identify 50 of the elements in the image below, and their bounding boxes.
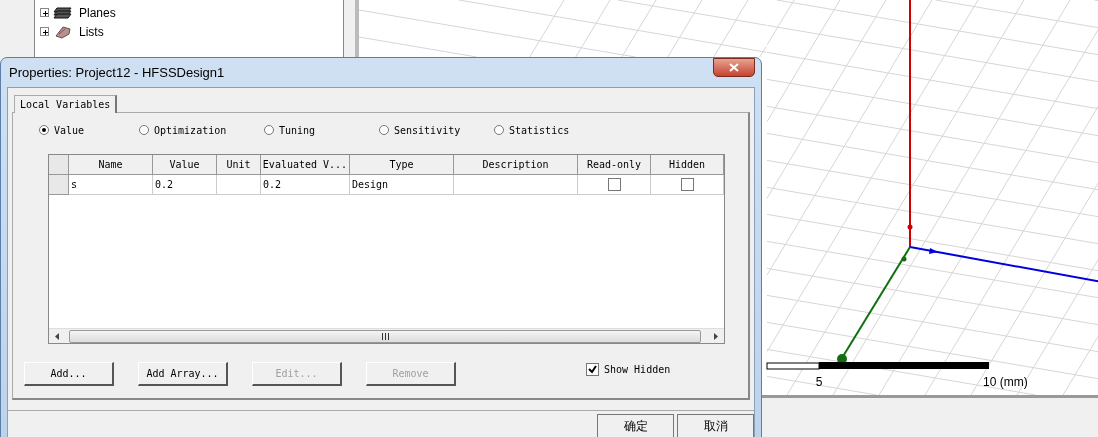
action-button[interactable]: Add Array...	[138, 362, 228, 386]
checkbox[interactable]	[586, 362, 599, 376]
expand-icon[interactable]	[40, 27, 49, 36]
radio-button[interactable]	[39, 125, 49, 135]
close-icon	[729, 63, 739, 72]
horizontal-scrollbar[interactable]	[49, 328, 724, 343]
table-cell: 0.2	[153, 175, 217, 195]
tree-item-label[interactable]: Lists	[79, 24, 104, 39]
radio-option[interactable]: Statistics	[494, 124, 594, 136]
scrollbar-thumb[interactable]	[69, 330, 701, 343]
grip-icon	[381, 333, 389, 340]
action-button[interactable]: Add...	[24, 362, 114, 386]
dialog-button[interactable]: 取消	[677, 414, 754, 437]
radio-option[interactable]: Tuning	[264, 124, 379, 136]
stacked-planes-icon	[53, 5, 73, 20]
column-header[interactable]: Unit	[217, 155, 261, 175]
radio-button[interactable]	[139, 125, 149, 135]
scale-label: 5	[815, 375, 823, 389]
column-header[interactable]: Evaluated V...	[261, 155, 350, 175]
column-header[interactable]: Read-only	[578, 155, 651, 175]
radio-button[interactable]	[264, 125, 274, 135]
row-header[interactable]	[49, 175, 69, 195]
checkbox-label[interactable]: Show Hidden	[604, 363, 671, 375]
tree-item-label[interactable]: Planes	[79, 5, 116, 20]
radio-option[interactable]: Value	[39, 124, 139, 136]
expand-icon[interactable]	[40, 8, 49, 17]
radio-option[interactable]: Optimization	[139, 124, 264, 136]
table-cell	[217, 175, 261, 195]
checkbox[interactable]	[607, 178, 621, 191]
close-button[interactable]	[713, 58, 755, 77]
scale-label: 10 (mm)	[983, 375, 1028, 389]
radio-option[interactable]: Sensitivity	[379, 124, 494, 136]
table-cell: Design	[350, 175, 454, 195]
radio-button[interactable]	[494, 125, 504, 135]
checkbox[interactable]	[680, 178, 694, 191]
scroll-left-icon[interactable]	[55, 332, 59, 340]
list-object-icon	[53, 24, 73, 39]
header-corner	[49, 155, 69, 175]
column-header[interactable]: Hidden	[651, 155, 724, 175]
dialog-button[interactable]: 确定	[597, 414, 674, 437]
column-header[interactable]: Name	[69, 155, 153, 175]
column-header[interactable]: Description	[454, 155, 578, 175]
scroll-right-icon[interactable]	[714, 332, 718, 340]
column-header[interactable]: Type	[350, 155, 454, 175]
table-cell: s	[69, 175, 153, 195]
column-header[interactable]: Value	[153, 155, 217, 175]
window-title: Properties: Project12 - HFSSDesign1	[8, 65, 225, 80]
tab[interactable]: Local Variables	[14, 95, 118, 113]
radio-button[interactable]	[379, 125, 389, 135]
table-cell: 0.2	[261, 175, 350, 195]
